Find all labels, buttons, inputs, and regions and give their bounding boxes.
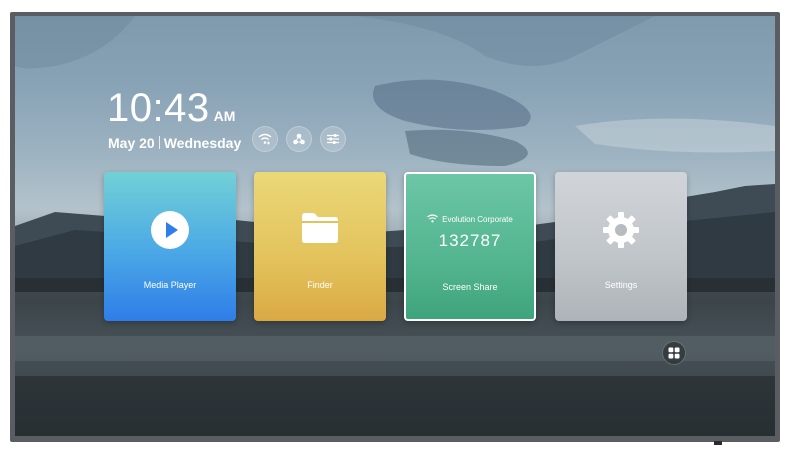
- date-day: May 20: [108, 135, 155, 151]
- wifi-button[interactable]: [252, 126, 278, 152]
- share-network: Evolution Corporate: [406, 214, 534, 225]
- tile-settings[interactable]: Settings: [555, 172, 687, 321]
- clock: 10:43 AM: [107, 88, 235, 128]
- date: May 20 Wednesday: [108, 135, 241, 151]
- folder-icon: [302, 213, 338, 243]
- clock-time: 10:43: [107, 86, 210, 130]
- wifi-icon: [258, 133, 272, 145]
- play-icon-wrap: [150, 210, 190, 255]
- tile-finder[interactable]: Finder: [254, 172, 386, 321]
- tile-screen-share-label: Screen Share: [442, 282, 498, 292]
- tile-finder-label: Finder: [307, 280, 333, 290]
- tile-media-player[interactable]: Media Player: [104, 172, 236, 321]
- folder-icon-wrap: [299, 210, 341, 251]
- tv-stand-indicator: [714, 441, 722, 445]
- tile-media-player-label: Media Player: [143, 280, 197, 290]
- date-separator: [158, 136, 160, 149]
- gear-icon: [603, 212, 639, 248]
- network-share-button[interactable]: [286, 126, 312, 152]
- sliders-icon: [327, 134, 339, 144]
- gear-icon-wrap: [601, 210, 641, 255]
- share-code: 132787: [438, 231, 502, 250]
- play-icon: [151, 211, 189, 249]
- share-network-name: Evolution Corporate: [442, 215, 513, 224]
- tile-screen-share[interactable]: Evolution Corporate 132787 Screen Share: [404, 172, 536, 321]
- sliders-button[interactable]: [320, 126, 346, 152]
- apps-button[interactable]: [662, 341, 686, 365]
- home-screen: 10:43 AM May 20 Wednesday Media Player F…: [15, 16, 775, 436]
- network-share-icon: [293, 133, 305, 145]
- status-icons: [252, 126, 346, 152]
- share-wifi-icon: [427, 214, 438, 225]
- apps-grid-icon: [668, 347, 680, 359]
- clock-ampm: AM: [213, 108, 236, 124]
- tile-settings-label: Settings: [604, 280, 638, 290]
- date-weekday: Wednesday: [163, 135, 242, 151]
